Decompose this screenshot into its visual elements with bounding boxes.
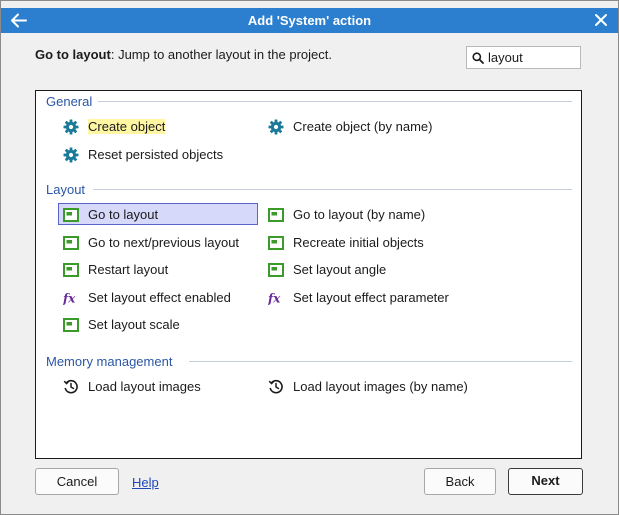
top-strip (1, 1, 618, 8)
action-description: Go to layout: Jump to another layout in … (35, 47, 332, 62)
action-item-label: Load layout images (by name) (293, 379, 468, 394)
action-item-create-object[interactable]: Create object (58, 115, 258, 137)
fx-icon: fx (267, 290, 284, 306)
action-item-label: Set layout effect enabled (88, 290, 231, 305)
group-divider (93, 189, 572, 190)
layout-icon (268, 262, 284, 278)
layout-icon (63, 207, 79, 223)
search-box[interactable] (466, 46, 581, 69)
layout-icon (63, 262, 79, 278)
action-item-label: Recreate initial objects (293, 235, 424, 250)
help-link[interactable]: Help (132, 475, 159, 490)
action-item-label: Set layout effect parameter (293, 290, 449, 305)
action-item-load-layout-images[interactable]: Load layout images (58, 375, 258, 397)
action-name: Go to layout (35, 47, 111, 62)
action-item-label: Reset persisted objects (88, 147, 224, 162)
group-title-memory-management: Memory management (46, 354, 173, 369)
svg-text:fx: fx (268, 292, 281, 306)
fx-icon: fx (62, 290, 79, 306)
action-item-go-to-layout[interactable]: Go to layout (58, 203, 258, 225)
action-item-label: Go to next/previous layout (88, 235, 240, 250)
svg-text:fx: fx (63, 292, 76, 306)
search-input[interactable] (488, 49, 576, 66)
action-item-restart-layout[interactable]: Restart layout (58, 258, 258, 280)
reload-clock-icon (268, 379, 284, 395)
action-item-set-layout-effect-parameter[interactable]: fx Set layout effect parameter (263, 286, 513, 308)
layout-icon (268, 235, 284, 251)
back-button[interactable]: Back (424, 468, 496, 495)
action-item-label: Restart layout (88, 262, 169, 277)
close-icon[interactable] (594, 13, 608, 27)
gear-icon (268, 119, 284, 135)
action-item-label: Load layout images (88, 379, 201, 394)
action-item-label: Create object (by name) (293, 119, 433, 134)
action-item-label: Create object (88, 119, 166, 134)
next-button[interactable]: Next (508, 468, 583, 495)
group-title-layout: Layout (46, 182, 86, 197)
action-item-go-to-next-previous-layout[interactable]: Go to next/previous layout (58, 231, 258, 253)
action-item-set-layout-angle[interactable]: Set layout angle (263, 258, 513, 280)
layout-icon (268, 207, 284, 223)
action-item-create-object-by-name[interactable]: Create object (by name) (263, 115, 513, 137)
action-item-go-to-layout-by-name[interactable]: Go to layout (by name) (263, 203, 513, 225)
title-bar: Add 'System' action (1, 8, 618, 33)
reload-clock-icon (63, 379, 79, 395)
action-item-recreate-initial-objects[interactable]: Recreate initial objects (263, 231, 513, 253)
group-title-general: General (46, 94, 93, 109)
action-item-set-layout-effect-enabled[interactable]: fx Set layout effect enabled (58, 286, 258, 308)
action-item-label: Set layout scale (88, 317, 180, 332)
gear-icon (63, 147, 79, 163)
action-item-reset-persisted-objects[interactable]: Reset persisted objects (58, 143, 258, 165)
action-desc-text: : Jump to another layout in the project. (110, 47, 332, 62)
action-item-label: Go to layout (by name) (293, 207, 426, 222)
action-list[interactable]: General Create object Create object (by … (35, 90, 582, 459)
search-icon (472, 52, 484, 64)
layout-icon (63, 317, 79, 333)
action-item-label: Go to layout (88, 207, 159, 222)
gear-icon (63, 119, 79, 135)
action-item-load-layout-images-by-name[interactable]: Load layout images (by name) (263, 375, 523, 397)
action-item-label: Set layout angle (293, 262, 387, 277)
group-divider (98, 101, 572, 102)
add-action-dialog: Add 'System' action Go to layout: Jump t… (0, 0, 619, 515)
group-divider (189, 361, 572, 362)
action-item-set-layout-scale[interactable]: Set layout scale (58, 313, 258, 335)
cancel-button[interactable]: Cancel (35, 468, 119, 495)
dialog-title: Add 'System' action (247, 13, 372, 28)
layout-icon (63, 235, 79, 251)
